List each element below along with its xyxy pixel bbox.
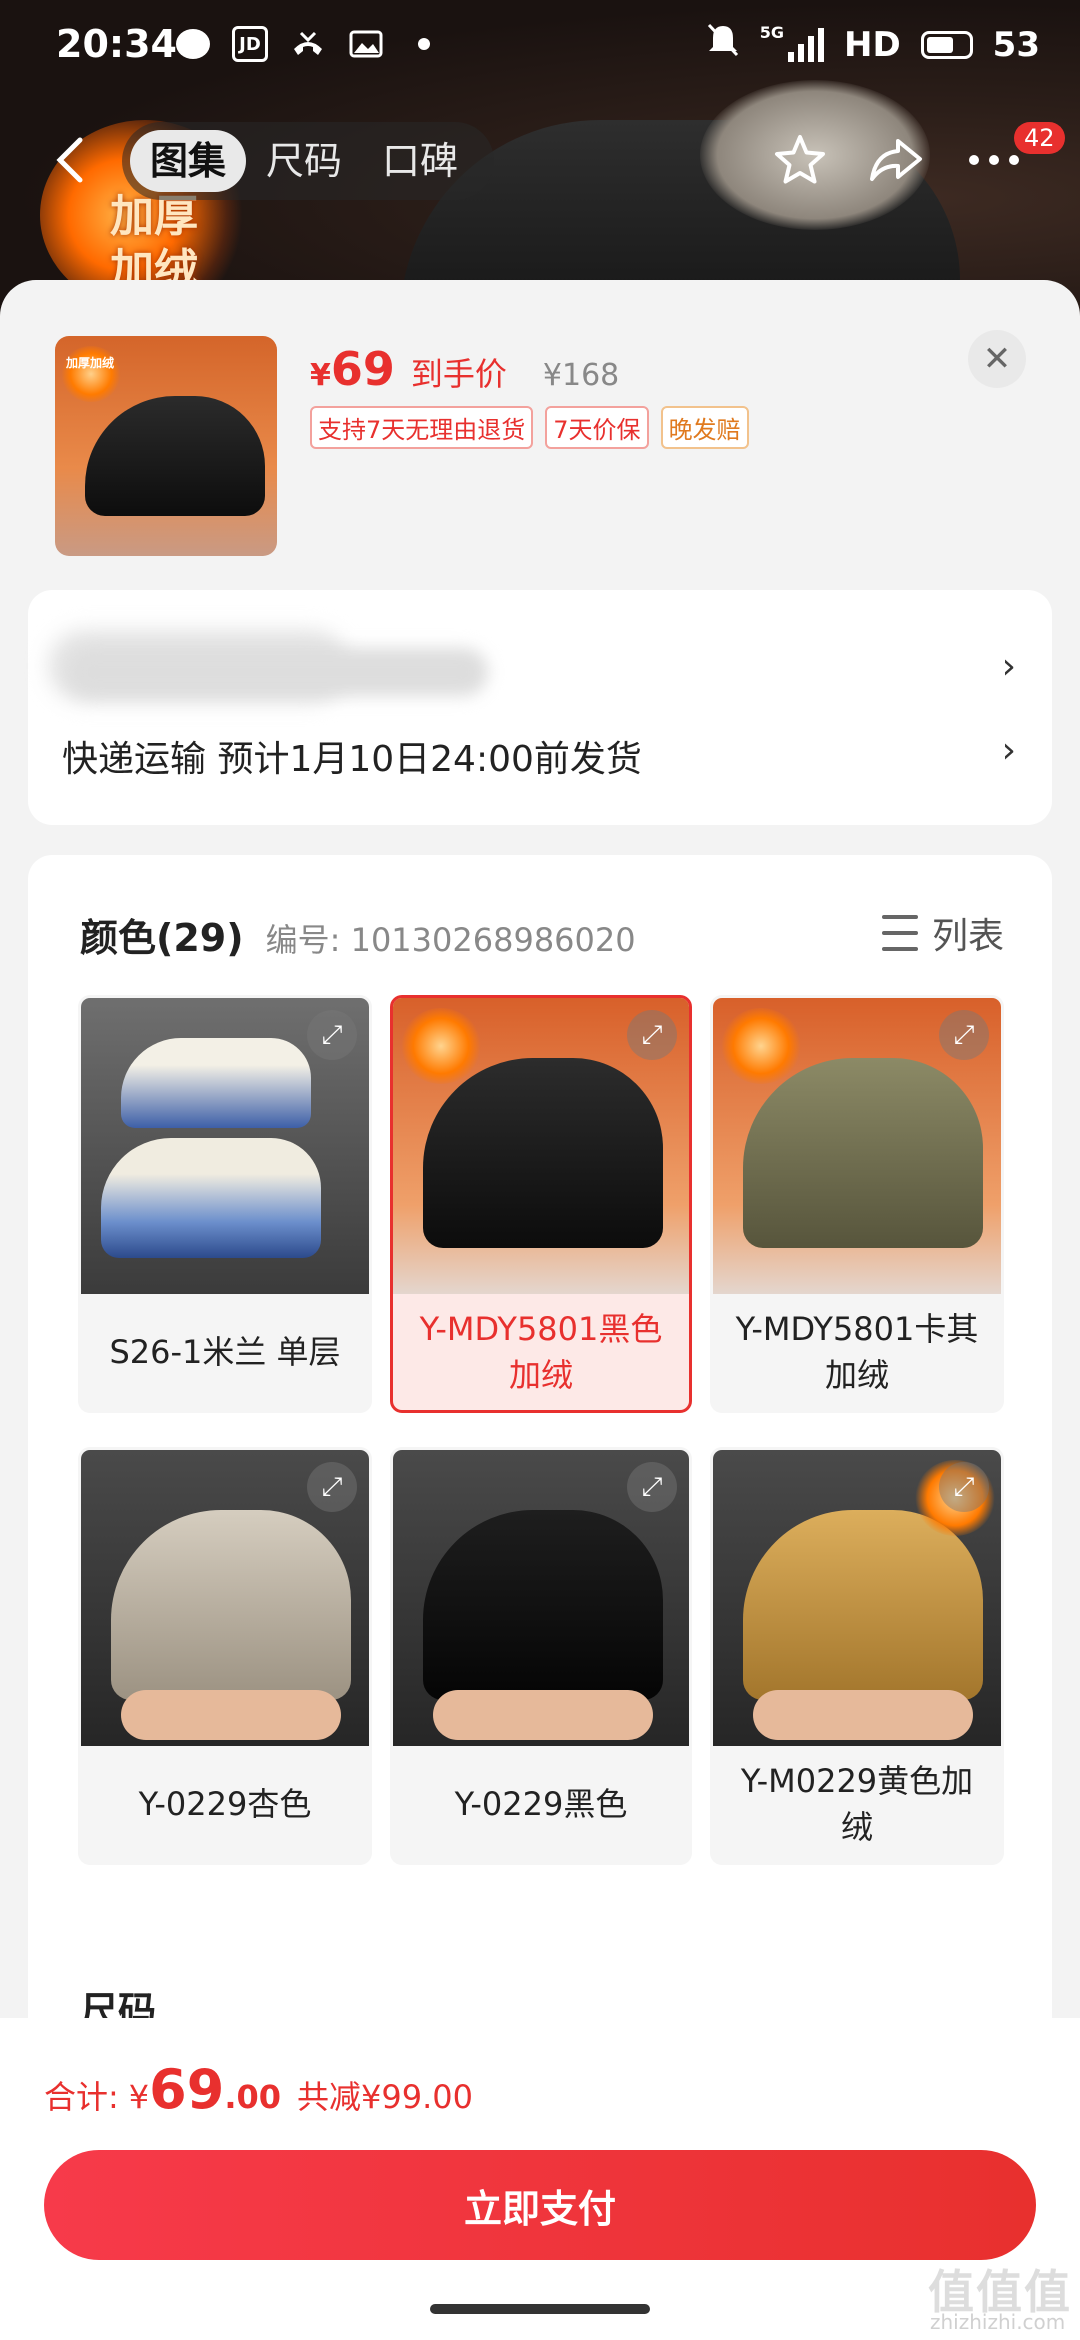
total-price: 合计: ¥ 69 .00 共减¥99.00 — [44, 2058, 473, 2121]
price-tag-label: 到手价 — [410, 355, 507, 393]
status-bar: 20:34 JD 5G HD 53 — [0, 0, 1080, 92]
variant-image: ⤢ — [713, 1450, 1001, 1746]
boot-image — [85, 396, 265, 516]
address-blurred[interactable] — [68, 648, 488, 696]
variant-image: ⤢ — [81, 1450, 369, 1746]
pay-now-button[interactable]: 立即支付 — [44, 2150, 1036, 2260]
expand-icon[interactable]: ⤢ — [939, 1010, 989, 1060]
variant-item[interactable]: ⤢ S26-1米兰 单层 — [78, 995, 372, 1413]
close-icon[interactable]: ✕ — [968, 330, 1026, 388]
share-icon[interactable] — [868, 132, 924, 188]
total-label: 合计: — [44, 2078, 119, 2116]
variant-label: Y-MDY5801卡其加绒 — [735, 1310, 979, 1394]
variant-item[interactable]: ⤢ Y-MDY5801黑色加绒 — [390, 995, 692, 1413]
service-tags: 支持7天无理由退货 7天价保 晚发赔 — [310, 406, 749, 449]
total-savings: 共减¥99.00 — [297, 2078, 473, 2116]
tag-late-delivery-comp: 晚发赔 — [660, 406, 749, 449]
signal-icon: 5G — [760, 23, 824, 62]
chevron-right-icon[interactable]: › — [1002, 730, 1016, 771]
battery-icon — [920, 30, 973, 59]
product-code: 编号: 10130268986020 — [265, 921, 636, 959]
current-price: ¥69 — [310, 342, 395, 396]
star-icon[interactable] — [772, 132, 828, 188]
variant-label: Y-0229黑色 — [454, 1785, 628, 1823]
home-indicator[interactable] — [430, 2304, 650, 2314]
list-icon — [881, 915, 918, 951]
thumb-promo-text: 加厚加绒 — [65, 356, 114, 370]
mute-bell-icon — [706, 22, 740, 67]
total-amount: 69 — [149, 2058, 225, 2121]
expand-icon[interactable]: ⤢ — [627, 1462, 677, 1512]
chat-bubble-icon — [176, 29, 210, 59]
tag-price-protect: 7天价保 — [545, 406, 649, 449]
tab-gallery[interactable]: 图集 — [130, 130, 247, 192]
color-section-title: 颜色(29) — [80, 916, 244, 960]
variant-item[interactable]: ⤢ Y-M0229黄色加绒 — [710, 1447, 1004, 1865]
checkout-bar: 合计: ¥ 69 .00 共减¥99.00 立即支付 — [0, 2018, 1080, 2340]
flame-badge — [61, 346, 121, 402]
status-time: 20:34 — [56, 22, 177, 66]
tab-size[interactable]: 尺码 — [246, 130, 362, 192]
original-price: ¥168 — [542, 358, 620, 393]
expand-icon[interactable]: ⤢ — [939, 1462, 989, 1512]
variant-label: Y-MDY5801黑色加绒 — [419, 1310, 663, 1394]
expand-icon[interactable]: ⤢ — [627, 1010, 677, 1060]
image-icon — [348, 26, 384, 62]
expand-icon[interactable]: ⤢ — [307, 1010, 357, 1060]
variant-grid: ⤢ S26-1米兰 单层 ⤢ Y-MDY5801黑色加绒 ⤢ Y-MDY5801… — [78, 995, 1032, 1865]
back-icon[interactable] — [46, 132, 96, 188]
list-view-toggle[interactable]: 列表 — [881, 907, 1004, 959]
tab-reviews[interactable]: 口碑 — [362, 130, 478, 192]
product-summary: 加厚加绒 ¥69 到手价 ¥168 支持7天无理由退货 7天价保 晚发赔 ✕ — [0, 280, 1080, 590]
notification-dot-icon — [406, 26, 442, 62]
variant-label: S26-1米兰 单层 — [109, 1333, 341, 1371]
variant-item[interactable]: ⤢ Y-0229黑色 — [390, 1447, 692, 1865]
watermark-site: zhizhizhi.com — [930, 2310, 1066, 2334]
shipping-estimate[interactable]: 快递运输 预计1月10日24:00前发货 — [62, 730, 642, 782]
jd-app-icon: JD — [232, 26, 268, 62]
delivery-card: › 快递运输 预计1月10日24:00前发货 › — [28, 590, 1052, 825]
variant-item[interactable]: ⤢ Y-MDY5801卡其加绒 — [710, 995, 1004, 1413]
top-nav: 图集 尺码 口碑 42 — [0, 110, 1080, 210]
media-tabs: 图集 尺码 口碑 — [122, 122, 494, 200]
variant-image: ⤢ — [713, 998, 1001, 1294]
variant-label: Y-0229杏色 — [138, 1785, 312, 1823]
missed-call-icon — [290, 26, 326, 62]
variant-image: ⤢ — [393, 998, 689, 1294]
hd-indicator: HD — [843, 24, 901, 65]
variant-label: Y-M0229黄色加绒 — [740, 1762, 974, 1846]
variant-image: ⤢ — [81, 998, 369, 1294]
variant-image: ⤢ — [393, 1450, 689, 1746]
battery-level: 53 — [992, 24, 1040, 65]
color-variants-card: 颜色(29) 编号: 10130268986020 列表 ⤢ S26-1米兰 单… — [28, 855, 1052, 2055]
product-thumbnail[interactable]: 加厚加绒 — [55, 336, 277, 556]
tag-7day-return: 支持7天无理由退货 — [310, 406, 534, 449]
expand-icon[interactable]: ⤢ — [307, 1462, 357, 1512]
chevron-right-icon[interactable]: › — [1002, 646, 1016, 687]
variant-item[interactable]: ⤢ Y-0229杏色 — [78, 1447, 372, 1865]
message-count-badge: 42 — [1014, 122, 1065, 154]
